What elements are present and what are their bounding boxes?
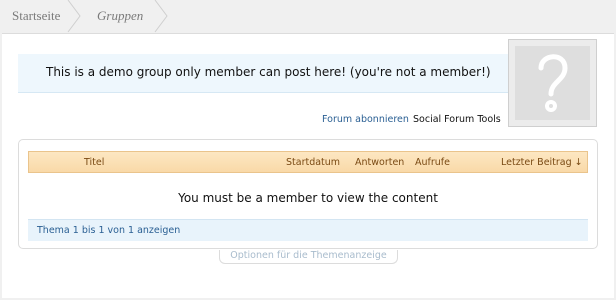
breadcrumb: Startseite Gruppen: [0, 0, 616, 33]
empty-message: You must be a member to view the content: [178, 191, 438, 205]
thread-list-footer: Thema 1 bis 1 von 1 anzeigen: [28, 219, 588, 241]
breadcrumb-separator-icon: [67, 0, 168, 33]
column-title[interactable]: Titel: [84, 157, 104, 168]
column-last-post[interactable]: Letzter Beitrag ↓: [501, 157, 583, 168]
column-start-date[interactable]: Startdatum: [286, 157, 340, 168]
avatar-placeholder: [515, 46, 590, 120]
group-header: This is a demo group only member can pos…: [18, 54, 508, 93]
group-avatar[interactable]: [508, 39, 597, 127]
main-panel: This is a demo group only member can pos…: [2, 33, 614, 298]
thread-count-text: Thema 1 bis 1 von 1 anzeigen: [37, 225, 181, 236]
column-replies[interactable]: Antworten: [355, 157, 404, 168]
subscribe-forum-link[interactable]: Forum abonnieren: [322, 114, 409, 125]
question-mark-icon: [538, 54, 568, 112]
thread-list: Titel Startdatum Antworten Aufrufe Letzt…: [18, 139, 598, 249]
column-views[interactable]: Aufrufe: [415, 157, 450, 168]
thread-list-header: Titel Startdatum Antworten Aufrufe Letzt…: [28, 151, 588, 173]
display-options-tab[interactable]: Optionen für die Themenanzeige: [219, 250, 398, 264]
social-forum-tools-link[interactable]: Social Forum Tools: [413, 114, 501, 125]
group-header-text: This is a demo group only member can pos…: [46, 65, 491, 79]
breadcrumb-current[interactable]: Gruppen: [97, 0, 143, 32]
